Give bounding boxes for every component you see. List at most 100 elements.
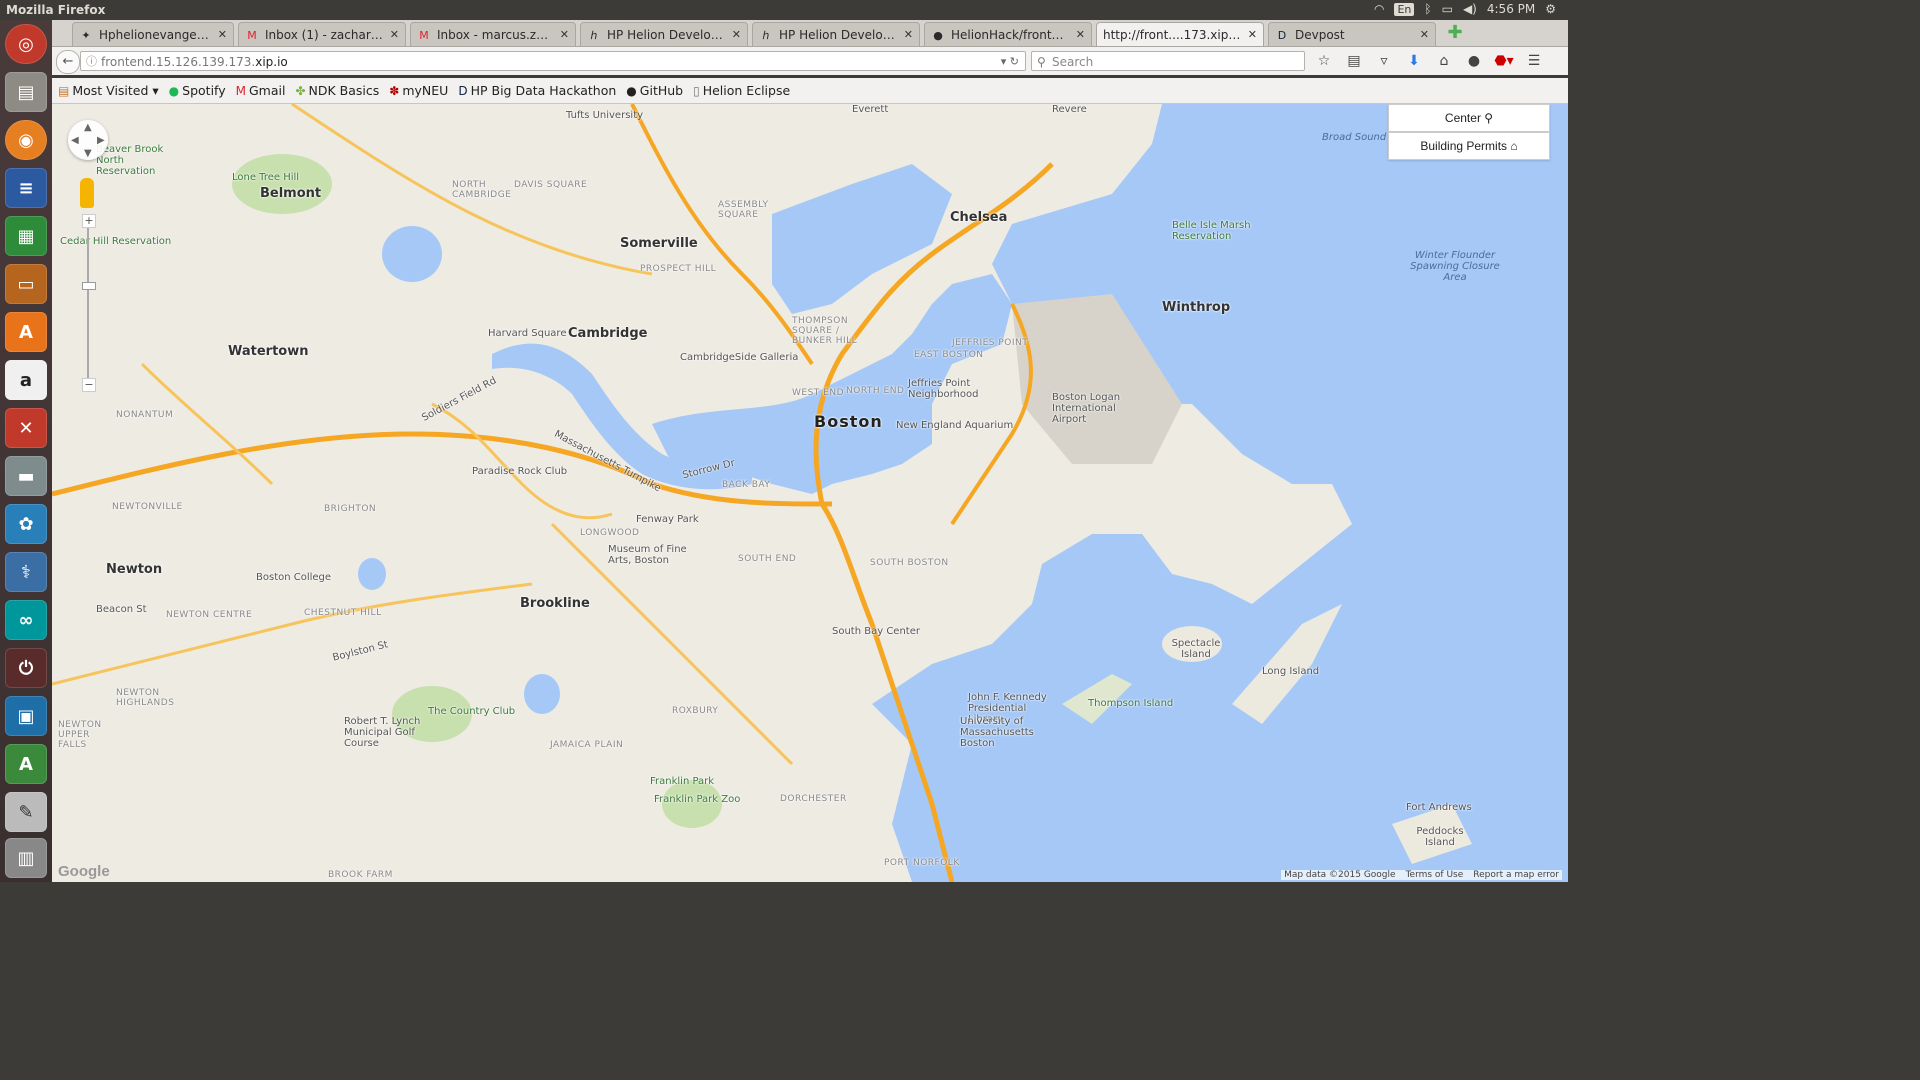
disk-utility-icon[interactable]: ▬ — [5, 456, 47, 496]
system-settings-icon[interactable]: ✕ — [5, 408, 47, 448]
trash-icon[interactable]: ▥ — [5, 838, 47, 878]
bookmark-github[interactable]: ● GitHub — [626, 83, 683, 98]
back-button[interactable]: ← — [56, 50, 80, 74]
android-studio-icon[interactable]: A — [5, 744, 47, 784]
python-icon[interactable]: ⚕ — [5, 552, 47, 592]
home-icon[interactable]: ⌂ — [1434, 52, 1454, 70]
shotwell-icon[interactable]: ✿ — [5, 504, 47, 544]
pan-control[interactable]: ▲ ▼ ◀ ▶ — [68, 120, 108, 160]
bookmark-ndk-basics[interactable]: ✤ NDK Basics — [295, 83, 379, 98]
pan-up-icon[interactable]: ▲ — [84, 122, 92, 133]
tab-hp-helion-2[interactable]: ℎ HP Helion Developm... ✕ — [752, 22, 920, 46]
bookmark-star-icon[interactable]: ☆ — [1314, 52, 1334, 70]
bookmark-spotify[interactable]: ● Spotify — [169, 83, 226, 98]
bookmark-gmail[interactable]: M Gmail — [236, 83, 286, 98]
label-newtonville: NEWTONVILLE — [112, 502, 183, 512]
toolbar-icons: ☆ ▤ ▿ ⬇ ⌂ ● ⬣▾ ☰ — [1314, 52, 1544, 70]
lone-tree-hill-shape — [232, 154, 332, 214]
label-long-island: Long Island — [1262, 666, 1320, 677]
zoom-track[interactable] — [87, 228, 89, 378]
tab-hp-helion-1[interactable]: ℎ HP Helion Developm... ✕ — [580, 22, 748, 46]
center-button[interactable]: Center ⚲ — [1388, 104, 1550, 132]
google-logo[interactable]: Google — [58, 863, 110, 880]
url-bar[interactable]: ⓘ frontend.15.126.139.173.xip.io ▾ ↻ — [80, 51, 1026, 71]
terms-link[interactable]: Terms of Use — [1406, 870, 1464, 880]
bookmark-helion-eclipse[interactable]: ▯ Helion Eclipse — [693, 83, 790, 98]
unity-launcher: ◎ ▤ ◉ ≡ ▦ ▭ A a ✕ ▬ ✿ ⚕ ∞ ⏻ ▣ A ✎ ▥ — [0, 20, 52, 882]
close-icon[interactable]: ✕ — [390, 28, 399, 41]
power-icon[interactable]: ⚙ — [1545, 2, 1556, 16]
pocket-icon[interactable]: ▿ — [1374, 52, 1394, 70]
wifi-icon[interactable]: ◠ — [1374, 2, 1384, 16]
pan-down-icon[interactable]: ▼ — [84, 148, 92, 159]
firefox-icon[interactable]: ◉ — [5, 120, 47, 160]
tab-inbox-marcus[interactable]: M Inbox - marcus.z@h... ✕ — [410, 22, 576, 46]
writer-icon[interactable]: ≡ — [5, 168, 47, 208]
close-icon[interactable]: ✕ — [1248, 28, 1257, 41]
impress-icon[interactable]: ▭ — [5, 264, 47, 304]
android-icon: ✤ — [295, 83, 306, 98]
close-icon[interactable]: ✕ — [904, 28, 913, 41]
tab-helionhack-github[interactable]: ● HelionHack/fronten... ✕ — [924, 22, 1092, 46]
google-map[interactable]: Boston Cambridge Somerville Brookline Ne… — [52, 104, 1568, 882]
zoom-in-button[interactable]: + — [82, 214, 96, 228]
close-icon[interactable]: ✕ — [732, 28, 741, 41]
virtualbox-icon[interactable]: ▣ — [5, 696, 47, 736]
close-icon[interactable]: ✕ — [560, 28, 569, 41]
close-icon[interactable]: ✕ — [218, 28, 227, 41]
volume-icon[interactable]: ◀) — [1463, 2, 1477, 16]
keyboard-layout-indicator[interactable]: En — [1394, 2, 1415, 16]
bookmark-myneu[interactable]: ✽ myNEU — [389, 83, 448, 98]
tab-frontend-active[interactable]: http://front....173.xip.io/ ✕ — [1096, 22, 1264, 46]
zoom-out-button[interactable]: − — [82, 378, 96, 392]
label-jamaica-plain: JAMAICA PLAIN — [550, 740, 624, 750]
label-cambridge: Cambridge — [568, 326, 648, 341]
close-icon[interactable]: ✕ — [1420, 28, 1429, 41]
files-icon[interactable]: ▤ — [5, 72, 47, 112]
label-south-bay-center: South Bay Center — [832, 626, 920, 637]
tab-inbox-zachary[interactable]: M Inbox (1) - zachary.j.... ✕ — [238, 22, 406, 46]
chat-icon[interactable]: ● — [1464, 52, 1484, 70]
puzzle-icon: ✦ — [81, 28, 91, 42]
label-watertown: Watertown — [228, 344, 309, 359]
bookmark-hp-big-data[interactable]: D HP Big Data Hackathon — [458, 83, 616, 98]
adblock-icon[interactable]: ⬣▾ — [1494, 52, 1514, 70]
map-data-credit: Map data ©2015 Google — [1284, 870, 1396, 880]
label-assembly-square: ASSEMBLY SQUARE — [718, 200, 769, 220]
label-cedar-hill: Cedar Hill Reservation — [60, 236, 172, 247]
tab-hphelionevangelism[interactable]: ✦ Hphelionevangelism... ✕ — [72, 22, 234, 46]
menu-icon[interactable]: ☰ — [1524, 52, 1544, 70]
street-view-pegman-icon[interactable] — [80, 178, 94, 208]
software-center-icon[interactable]: A — [5, 312, 47, 352]
bookmark-most-visited[interactable]: ▤ Most Visited ▾ — [58, 83, 159, 98]
most-visited-icon: ▤ — [58, 83, 70, 98]
tab-devpost[interactable]: D Devpost ✕ — [1268, 22, 1436, 46]
text-editor-icon[interactable]: ✎ — [5, 792, 47, 832]
clock[interactable]: 4:56 PM — [1487, 2, 1535, 16]
label-boston-college: Boston College — [256, 572, 332, 583]
label-roxbury: ROXBURY — [672, 706, 719, 716]
arduino-icon[interactable]: ∞ — [5, 600, 47, 640]
new-tab-button[interactable]: ✚ — [1444, 23, 1466, 43]
close-icon[interactable]: ✕ — [1076, 28, 1085, 41]
label-west-end: WEST END — [792, 388, 845, 398]
reading-list-icon[interactable]: ▤ — [1344, 52, 1364, 70]
downloads-icon[interactable]: ⬇ — [1404, 52, 1424, 70]
ubuntu-dash-icon[interactable]: ◎ — [5, 24, 47, 64]
reload-icon[interactable]: ▾ ↻ — [1001, 52, 1019, 72]
zoom-slider-handle[interactable] — [82, 282, 96, 290]
bluetooth-icon[interactable]: ᛒ — [1424, 2, 1431, 16]
label-davis-square: DAVIS SQUARE — [514, 180, 588, 190]
amazon-icon[interactable]: a — [5, 360, 47, 400]
pan-left-icon[interactable]: ◀ — [71, 135, 79, 146]
battery-icon[interactable]: ▭ — [1442, 2, 1453, 16]
power-plug-icon[interactable]: ⏻ — [5, 648, 47, 688]
site-info-icon[interactable]: ⓘ — [86, 52, 97, 72]
devpost-icon: D — [1277, 28, 1287, 42]
calc-icon[interactable]: ▦ — [5, 216, 47, 256]
label-thompson-island: Thompson Island — [1088, 698, 1174, 709]
pan-right-icon[interactable]: ▶ — [97, 135, 105, 146]
search-input[interactable]: ⚲ Search — [1031, 51, 1305, 71]
report-error-link[interactable]: Report a map error — [1473, 870, 1559, 880]
building-permits-button[interactable]: Building Permits ⌂ — [1388, 132, 1550, 160]
